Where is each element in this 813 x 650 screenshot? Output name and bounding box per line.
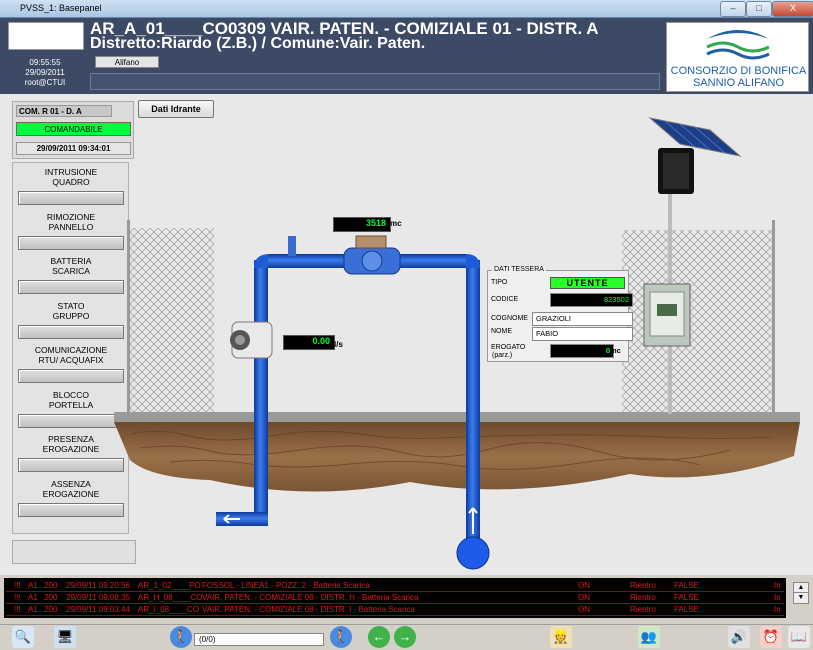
- alarm-indicator: [18, 458, 124, 472]
- forward-arrow-icon[interactable]: →: [394, 626, 416, 648]
- nome-label: NOME: [491, 328, 512, 335]
- nome-value: FABIO: [532, 327, 633, 341]
- walker-left-icon[interactable]: 🚶: [170, 626, 192, 648]
- computer-icon[interactable]: 🖥: [54, 626, 76, 648]
- water-pipe: [216, 254, 490, 570]
- area-tag-button[interactable]: Alifano: [95, 56, 159, 68]
- scroll-down-icon[interactable]: ▼: [793, 592, 809, 604]
- erogato-unit: mc: [610, 346, 621, 355]
- walker-right-icon[interactable]: 🚶: [330, 626, 352, 648]
- maximize-button[interactable]: □: [746, 1, 772, 17]
- command-label: COM. R 01 - D. A: [16, 105, 112, 117]
- alarm-indicator: [18, 280, 124, 294]
- speaker-icon[interactable]: 🔊: [728, 626, 750, 648]
- erogato-sub-label: (parz.): [492, 352, 513, 359]
- alarm-indicator: [18, 235, 124, 250]
- flow-meter-icon: [230, 321, 273, 359]
- users-icon[interactable]: 👥: [638, 626, 660, 648]
- volume-counter: 3518: [333, 217, 391, 232]
- left-fence: [127, 220, 214, 416]
- back-arrow-icon[interactable]: ←: [368, 626, 390, 648]
- alarm-indicator: [18, 502, 124, 517]
- header-blank-box: [8, 22, 84, 50]
- book-icon[interactable]: 📖: [788, 626, 810, 648]
- volume-unit: mc: [390, 219, 402, 228]
- search-icon[interactable]: 🔍: [12, 626, 34, 648]
- alarm-indicator: [18, 324, 124, 339]
- alarm-indicator: [18, 191, 124, 205]
- waves-logo-icon: [706, 30, 770, 60]
- flow-counter: 0.00: [283, 335, 335, 350]
- concrete-slab: [114, 412, 800, 422]
- message-line: [90, 73, 660, 90]
- user-name: root@CTUI: [24, 78, 66, 87]
- clock-date: 29/09/2011: [25, 68, 65, 77]
- logo-line1: CONSORZIO DI BONIFICA: [670, 65, 807, 77]
- station-subtitle: Distretto:Riardo (Z.B.) / Comune:Vair. P…: [90, 35, 426, 52]
- operator-icon[interactable]: 👷: [550, 626, 572, 648]
- card-data-title: DATI TESSERA: [492, 266, 546, 273]
- alarm-indicator: [18, 369, 124, 383]
- flow-unit: l/s: [334, 340, 343, 349]
- codice-value: 823502: [550, 293, 633, 307]
- events-scrollbar[interactable]: ▲ ▼: [789, 578, 811, 618]
- cognome-value: GRAZIOLI: [532, 312, 633, 326]
- window-titlebar: PVSS_1: Basepanel – □ X: [0, 0, 813, 18]
- session-info: 09:55:55 29/09/2011 root@CTUI: [10, 58, 80, 88]
- minimize-button[interactable]: –: [720, 1, 746, 17]
- window-title: PVSS_1: Basepanel: [20, 3, 102, 13]
- tipo-label: TIPO: [491, 279, 508, 286]
- close-button[interactable]: X: [772, 1, 813, 17]
- alarm-clock-icon[interactable]: ⏰: [760, 626, 782, 648]
- erogato-value: 0: [550, 344, 614, 358]
- logo-line2: SANNIO ALIFANO: [692, 77, 785, 89]
- cognome-label: COGNOME: [491, 315, 528, 322]
- clock-time: 09:55:55: [29, 58, 61, 67]
- erogato-label: EROGATO: [491, 344, 526, 351]
- consortium-logo: CONSORZIO DI BONIFICA SANNIO ALIFANO: [666, 22, 809, 92]
- codice-label: CODICE: [491, 296, 519, 303]
- pager-field[interactable]: (0/0): [194, 633, 324, 646]
- hydrant-scene: [114, 117, 800, 570]
- control-cabinet: [643, 283, 691, 347]
- tipo-value: UTENTE: [550, 277, 625, 289]
- event-separator: [6, 615, 784, 616]
- alarm-indicator: [18, 413, 124, 428]
